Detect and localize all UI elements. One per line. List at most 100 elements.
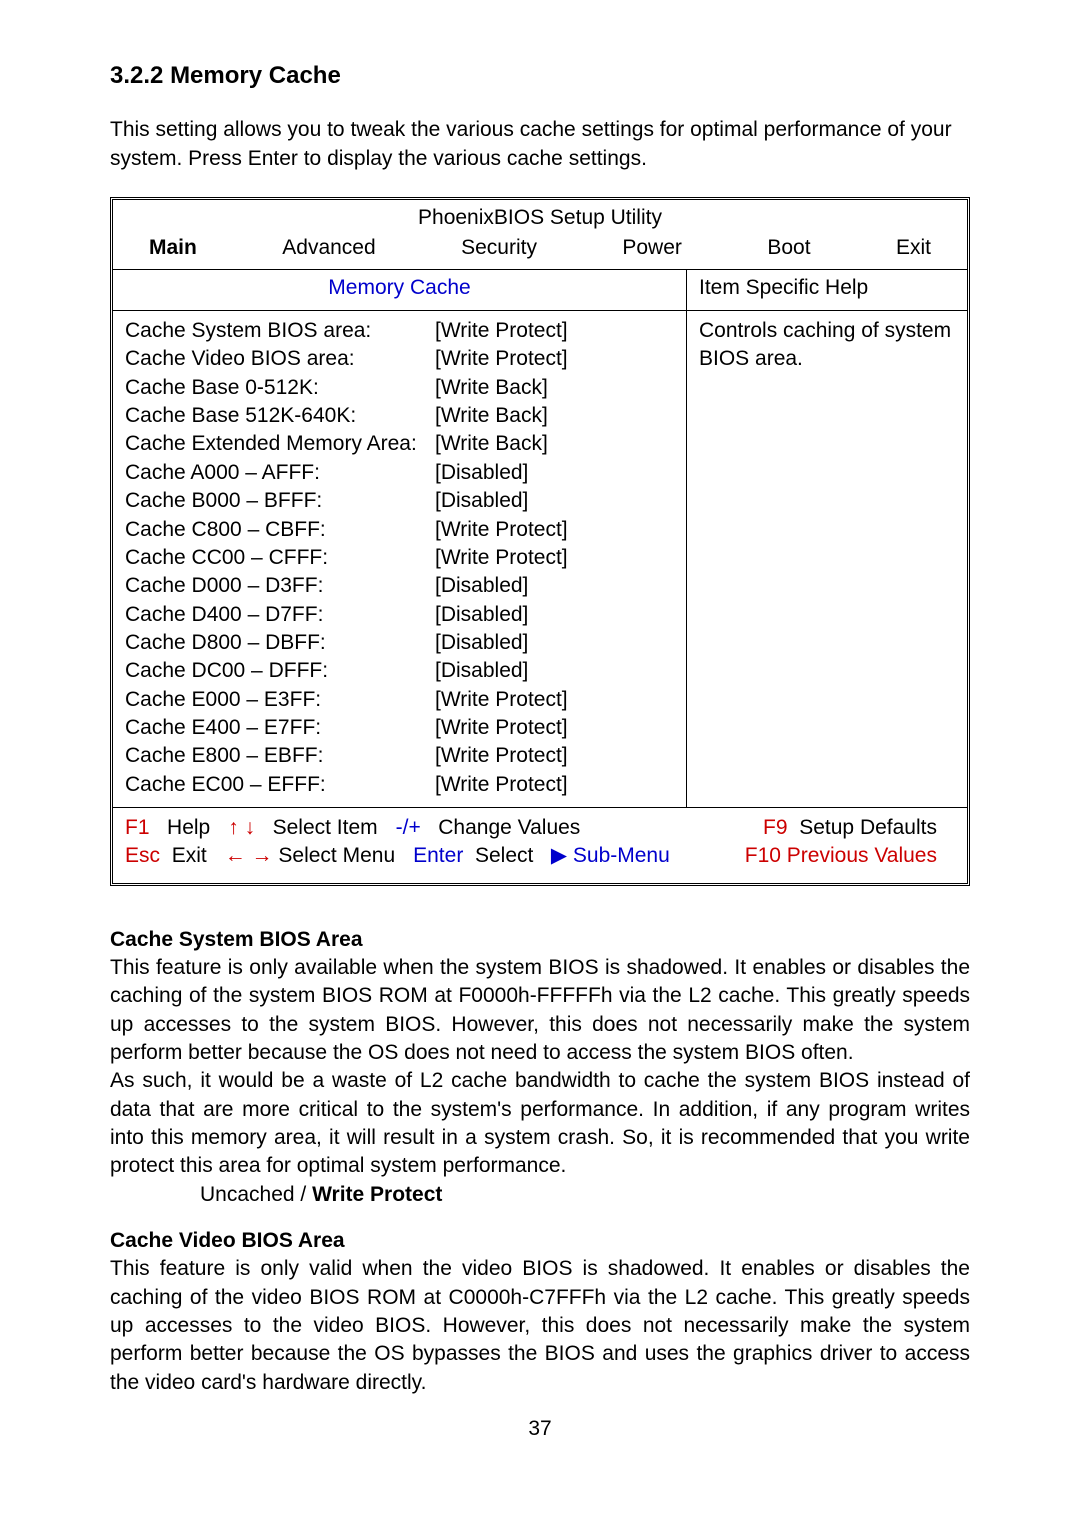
setting-label: Cache D800 – DBFF: [125, 629, 435, 657]
tab-boot[interactable]: Boot [767, 234, 810, 262]
setting-label: Cache C800 – CBFF: [125, 516, 435, 544]
setting-label: Cache B000 – BFFF: [125, 487, 435, 515]
setting-value: [Disabled] [435, 572, 528, 600]
select-label: Select [475, 844, 533, 867]
bios-subheader-row: Memory Cache Item Specific Help [113, 270, 967, 311]
setting-label: Cache Extended Memory Area: [125, 430, 435, 458]
setting-row[interactable]: Cache Base 0-512K:[Write Back] [125, 374, 674, 402]
setting-value: [Disabled] [435, 487, 528, 515]
option-write-protect: Write Protect [312, 1183, 442, 1206]
setting-label: Cache Base 0-512K: [125, 374, 435, 402]
bios-screen-title: Memory Cache [113, 270, 687, 310]
exit-label: Exit [172, 844, 207, 867]
help-label: Help [167, 816, 210, 839]
options-line: Uncached / Write Protect [200, 1181, 970, 1209]
bios-settings-pane: Cache System BIOS area:[Write Protect] C… [113, 311, 687, 807]
section-number: 3.2.2 [110, 62, 163, 89]
setting-row[interactable]: Cache D400 – D7FF:[Disabled] [125, 601, 674, 629]
f1-key: F1 [125, 816, 150, 839]
setting-row[interactable]: Cache A000 – AFFF:[Disabled] [125, 459, 674, 487]
setting-value: [Write Back] [435, 430, 548, 458]
setting-label: Cache EC00 – EFFF: [125, 771, 435, 799]
select-item-label: Select Item [273, 816, 378, 839]
setting-value: [Write Protect] [435, 516, 568, 544]
setting-row[interactable]: Cache C800 – CBFF:[Write Protect] [125, 516, 674, 544]
f9-key: F9 [763, 816, 788, 839]
intro-paragraph: This setting allows you to tweak the var… [110, 116, 970, 173]
setting-label: Cache CC00 – CFFF: [125, 544, 435, 572]
section-heading: 3.2.2 Memory Cache [110, 60, 970, 92]
option-uncached: Uncached / [200, 1183, 312, 1206]
setting-label: Cache A000 – AFFF: [125, 459, 435, 487]
setting-row[interactable]: Cache EC00 – EFFF:[Write Protect] [125, 771, 674, 799]
setting-row[interactable]: Cache Video BIOS area:[Write Protect] [125, 345, 674, 373]
setting-row[interactable]: Cache Base 512K-640K:[Write Back] [125, 402, 674, 430]
setting-label: Cache System BIOS area: [125, 317, 435, 345]
section-title-text: Memory Cache [170, 62, 341, 89]
bios-title: PhoenixBIOS Setup Utility [113, 200, 967, 232]
cache-system-bios-heading: Cache System BIOS Area [110, 926, 970, 954]
setting-label: Cache E400 – E7FF: [125, 714, 435, 742]
plusminus-key: -/+ [396, 816, 421, 839]
setting-label: Cache DC00 – DFFF: [125, 657, 435, 685]
setting-label: Cache D400 – D7FF: [125, 601, 435, 629]
setting-row[interactable]: Cache Extended Memory Area:[Write Back] [125, 430, 674, 458]
setting-value: [Disabled] [435, 459, 528, 487]
tab-security[interactable]: Security [461, 234, 537, 262]
cache-system-bios-para1: This feature is only available when the … [110, 954, 970, 1067]
setting-row[interactable]: Cache DC00 – DFFF:[Disabled] [125, 657, 674, 685]
setting-value: [Write Protect] [435, 714, 568, 742]
bios-header-row: PhoenixBIOS Setup Utility Main Advanced … [113, 200, 967, 270]
cache-video-bios-para: This feature is only valid when the vide… [110, 1255, 970, 1397]
setting-label: Cache E800 – EBFF: [125, 742, 435, 770]
bios-help-text: Controls caching of system BIOS area. [699, 317, 955, 374]
setting-label: Cache E000 – E3FF: [125, 686, 435, 714]
change-values-label: Change Values [438, 816, 580, 839]
setting-row[interactable]: Cache E400 – E7FF:[Write Protect] [125, 714, 674, 742]
setting-value: [Disabled] [435, 601, 528, 629]
setting-row[interactable]: Cache D000 – D3FF:[Disabled] [125, 572, 674, 600]
setting-value: [Write Back] [435, 374, 548, 402]
setting-row[interactable]: Cache System BIOS area:[Write Protect] [125, 317, 674, 345]
bios-main-row: Cache System BIOS area:[Write Protect] C… [113, 311, 967, 808]
setting-value: [Disabled] [435, 629, 528, 657]
bios-tabs: Main Advanced Security Power Boot Exit [113, 232, 967, 268]
tab-power[interactable]: Power [622, 234, 682, 262]
tab-advanced[interactable]: Advanced [282, 234, 375, 262]
setting-value: [Write Back] [435, 402, 548, 430]
enter-key: Enter [413, 844, 463, 867]
submenu-label: Sub-Menu [573, 844, 670, 867]
page-number: 37 [110, 1415, 970, 1443]
cache-video-bios-heading: Cache Video BIOS Area [110, 1227, 970, 1255]
select-menu-label: Select Menu [278, 844, 395, 867]
setting-label: Cache D000 – D3FF: [125, 572, 435, 600]
esc-key: Esc [125, 844, 160, 867]
setting-value: [Write Protect] [435, 544, 568, 572]
setting-value: [Write Protect] [435, 686, 568, 714]
setting-row[interactable]: Cache D800 – DBFF:[Disabled] [125, 629, 674, 657]
updown-icon: ↑ ↓ [228, 816, 255, 839]
leftright-icon: ← → [225, 844, 273, 867]
setting-value: [Write Protect] [435, 771, 568, 799]
setting-value: [Write Protect] [435, 742, 568, 770]
tab-exit[interactable]: Exit [896, 234, 931, 262]
setting-label: Cache Base 512K-640K: [125, 402, 435, 430]
setting-value: [Write Protect] [435, 317, 568, 345]
cache-system-bios-para2: As such, it would be a waste of L2 cache… [110, 1067, 970, 1180]
bios-footer: F1 Help ↑ ↓ Select Item -/+ Change Value… [113, 808, 967, 883]
setting-row[interactable]: Cache E800 – EBFF:[Write Protect] [125, 742, 674, 770]
footer-line-2: Esc Exit ← → Select Menu Enter Select ▶ … [125, 842, 955, 870]
setting-row[interactable]: Cache CC00 – CFFF:[Write Protect] [125, 544, 674, 572]
bios-help-pane: Controls caching of system BIOS area. [687, 311, 967, 807]
f10-key: F10 [745, 844, 781, 867]
bios-help-header: Item Specific Help [687, 270, 967, 310]
setup-defaults-label: Setup Defaults [799, 816, 937, 839]
previous-values-label: Previous Values [787, 844, 937, 867]
setting-value: [Write Protect] [435, 345, 568, 373]
submenu-arrow-icon: ▶ [551, 844, 567, 867]
setting-row[interactable]: Cache E000 – E3FF:[Write Protect] [125, 686, 674, 714]
tab-main[interactable]: Main [149, 234, 197, 262]
setting-row[interactable]: Cache B000 – BFFF:[Disabled] [125, 487, 674, 515]
setting-label: Cache Video BIOS area: [125, 345, 435, 373]
footer-line-1: F1 Help ↑ ↓ Select Item -/+ Change Value… [125, 814, 955, 842]
